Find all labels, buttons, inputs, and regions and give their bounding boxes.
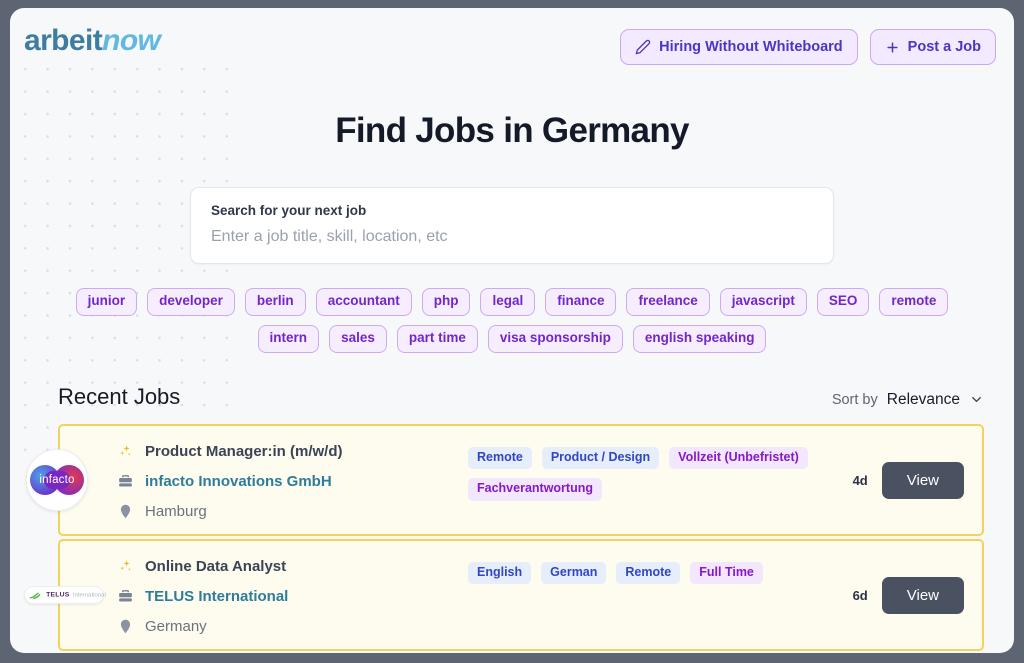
job-posted-age: 4d bbox=[852, 473, 868, 489]
telus-logo-subtext: International bbox=[72, 591, 106, 598]
pencil-icon bbox=[635, 39, 651, 55]
job-badge: Fachverantwortung bbox=[468, 478, 602, 502]
tag-chip-php[interactable]: php bbox=[421, 288, 471, 316]
company-logo-telus: TELUS International bbox=[24, 585, 106, 604]
infacto-logo-mark: infacto bbox=[30, 464, 84, 496]
tag-chip-junior[interactable]: junior bbox=[75, 288, 138, 316]
briefcase-icon bbox=[116, 473, 134, 490]
job-posted-age: 6d bbox=[852, 588, 868, 604]
post-a-job-label: Post a Job bbox=[907, 38, 981, 55]
browser-window-frame: arbeitnow Hiring Without Whiteboard Post… bbox=[0, 0, 1024, 663]
hiring-without-whiteboard-button[interactable]: Hiring Without Whiteboard bbox=[620, 29, 858, 65]
job-location-row: Hamburg bbox=[116, 503, 468, 520]
location-pin-icon bbox=[116, 618, 134, 635]
job-role: Product Manager:in (m/w/d) bbox=[145, 442, 343, 460]
job-role-row: Online Data Analyst bbox=[116, 558, 468, 575]
tag-chip-legal[interactable]: legal bbox=[480, 288, 536, 316]
tag-chip-freelance[interactable]: freelance bbox=[626, 288, 710, 316]
job-company-row: TELUS International bbox=[116, 588, 468, 605]
job-details: Online Data Analyst TELUS International … bbox=[116, 557, 468, 635]
jobs-section-title: Recent Jobs bbox=[58, 383, 181, 409]
job-card[interactable]: infacto Product Manager:in (m/w/d) infac… bbox=[26, 423, 984, 536]
logo-text-primary: arbeit bbox=[24, 24, 103, 57]
job-role-row: Product Manager:in (m/w/d) bbox=[116, 443, 468, 460]
briefcase-icon bbox=[116, 588, 134, 605]
plus-icon bbox=[885, 40, 900, 55]
job-location: Germany bbox=[145, 617, 207, 635]
job-badge: Remote bbox=[616, 561, 681, 585]
job-badge: Full Time bbox=[690, 561, 763, 585]
tag-chip-finance[interactable]: finance bbox=[545, 288, 617, 316]
job-badges: Remote Product / Design Vollzeit (Unbefr… bbox=[468, 442, 853, 502]
tag-list: junior developer berlin accountant php l… bbox=[10, 264, 1014, 353]
jobs-section-header: Recent Jobs Sort by Relevance bbox=[10, 353, 1014, 410]
tag-chip-seo[interactable]: SEO bbox=[816, 288, 870, 316]
view-job-button[interactable]: View bbox=[881, 462, 964, 500]
job-location-row: Germany bbox=[116, 618, 468, 635]
sparkle-icon bbox=[116, 558, 134, 575]
job-card[interactable]: TELUS International Online Data Analyst … bbox=[24, 538, 984, 651]
hero-section: Find Jobs in Germany Search for your nex… bbox=[10, 65, 1014, 353]
job-meta: 6d View bbox=[852, 577, 966, 615]
tag-chip-developer[interactable]: developer bbox=[147, 288, 235, 316]
job-badge: Product / Design bbox=[541, 446, 660, 470]
tag-chip-berlin[interactable]: berlin bbox=[244, 288, 306, 316]
tag-chip-remote[interactable]: remote bbox=[879, 288, 949, 316]
chevron-down-icon bbox=[969, 392, 984, 407]
site-logo[interactable]: arbeitnow bbox=[24, 20, 161, 57]
search-label: Search for your next job bbox=[211, 203, 367, 218]
job-details: Product Manager:in (m/w/d) infacto Innov… bbox=[116, 442, 468, 520]
sort-by-label: Sort by bbox=[831, 391, 878, 408]
tag-chip-javascript[interactable]: javascript bbox=[719, 288, 807, 316]
tag-chip-intern[interactable]: intern bbox=[257, 324, 320, 353]
job-badge: Remote bbox=[468, 446, 532, 470]
job-badge: Vollzeit (Unbefristet) bbox=[669, 446, 808, 470]
job-company[interactable]: infacto Innovations GmbH bbox=[145, 473, 332, 490]
sparkle-icon bbox=[116, 443, 134, 460]
job-location: Hamburg bbox=[145, 502, 207, 520]
tag-chip-visa-sponsorship[interactable]: visa sponsorship bbox=[487, 324, 623, 353]
tag-chip-english-speaking[interactable]: english speaking bbox=[632, 324, 767, 353]
telus-logo-text: TELUS bbox=[46, 591, 70, 599]
job-company-row: infacto Innovations GmbH bbox=[116, 473, 468, 490]
location-pin-icon bbox=[116, 503, 134, 520]
view-job-button[interactable]: View bbox=[881, 577, 964, 615]
avatar: infacto bbox=[26, 448, 88, 511]
search-box[interactable]: Search for your next job bbox=[190, 187, 834, 264]
job-meta: 4d View bbox=[852, 462, 966, 500]
infacto-logo-text: infacto bbox=[39, 473, 75, 486]
company-logo-infacto: infacto bbox=[26, 448, 88, 511]
site-header: arbeitnow Hiring Without Whiteboard Post… bbox=[10, 8, 1014, 65]
post-a-job-button[interactable]: Post a Job bbox=[869, 29, 996, 65]
page-title: Find Jobs in Germany bbox=[335, 111, 689, 150]
tag-chip-sales[interactable]: sales bbox=[329, 324, 387, 353]
header-actions: Hiring Without Whiteboard Post a Job bbox=[620, 20, 996, 65]
search-input[interactable] bbox=[211, 228, 813, 246]
job-company[interactable]: TELUS International bbox=[145, 588, 288, 605]
job-badge: German bbox=[541, 561, 607, 585]
sort-by-dropdown[interactable]: Sort by Relevance bbox=[832, 391, 984, 409]
telus-swoosh-icon bbox=[29, 590, 43, 599]
job-list: infacto Product Manager:in (m/w/d) infac… bbox=[10, 410, 1014, 651]
logo-text-secondary: now bbox=[102, 24, 161, 57]
job-badges: English German Remote Full Time bbox=[468, 557, 853, 585]
page-viewport: arbeitnow Hiring Without Whiteboard Post… bbox=[10, 8, 1014, 653]
tag-chip-part-time[interactable]: part time bbox=[396, 324, 478, 353]
page-content: arbeitnow Hiring Without Whiteboard Post… bbox=[10, 8, 1014, 653]
tag-chip-accountant[interactable]: accountant bbox=[315, 288, 412, 316]
hiring-without-whiteboard-label: Hiring Without Whiteboard bbox=[659, 38, 843, 55]
job-role: Online Data Analyst bbox=[145, 557, 287, 575]
avatar: TELUS International bbox=[24, 585, 106, 604]
sort-by-value: Relevance bbox=[886, 390, 960, 408]
job-badge: English bbox=[468, 561, 532, 585]
